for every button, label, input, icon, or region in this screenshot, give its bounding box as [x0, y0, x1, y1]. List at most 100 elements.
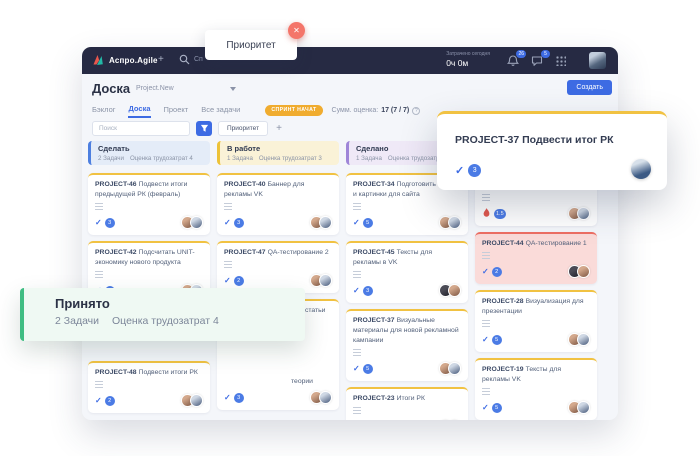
column-todo: Сделать 2 ЗадачиОценка трудозатрат 4 PRO… — [88, 141, 210, 420]
task-title-tail: теории — [291, 378, 332, 385]
assignee-avatars — [310, 391, 332, 404]
column-header[interactable]: В работе 1 ЗадачаОценка трудозатрат 3 — [217, 141, 339, 165]
assignee-avatars — [439, 216, 461, 229]
task-card[interactable]: PROJECT-37Визуальные материалы для новой… — [346, 309, 468, 381]
task-card[interactable]: PROJECT-47QA-тестирование 2 ✓2 — [217, 241, 339, 293]
check-icon: ✓ — [224, 393, 231, 402]
search-icon[interactable] — [179, 54, 190, 65]
avatar — [190, 216, 203, 229]
assignee-avatars — [568, 207, 590, 220]
tab-all-tasks[interactable]: Все задачи — [201, 105, 240, 117]
task-card[interactable]: PROJECT-19Тексты для рекламы VK ✓5 — [475, 358, 597, 420]
apps-grid-icon[interactable] — [555, 55, 568, 68]
accepted-task-count: 2 Задачи — [55, 315, 99, 327]
popup-task-title: Подвести итог РК — [522, 134, 613, 146]
tab-board[interactable]: Доска — [128, 104, 150, 118]
time-tracker-value: 0ч 0м — [446, 58, 490, 68]
filter-funnel-button[interactable] — [196, 121, 212, 136]
check-icon: ✓ — [224, 276, 231, 285]
task-card[interactable]: PROJECT-40Баннер для рекламы VK ✓3 — [217, 173, 339, 235]
time-tracker-label: Затрачено сегодня — [446, 51, 490, 57]
messages-icon[interactable]: 5 — [531, 54, 544, 67]
check-icon: ✓ — [353, 218, 360, 227]
avatar — [319, 216, 332, 229]
points-badge: 2 — [492, 267, 502, 277]
accepted-column-overlay[interactable]: Принято 2 ЗадачиОценка трудозатрат 4 — [20, 288, 305, 341]
check-icon: ✓ — [95, 218, 102, 227]
check-icon: ✓ — [353, 286, 360, 295]
description-icon — [95, 203, 103, 210]
description-icon — [482, 388, 490, 395]
sprint-status-badge: СПРИНТ НАЧАТ — [265, 105, 322, 116]
assignee-avatars — [310, 274, 332, 287]
avatar — [577, 207, 590, 220]
task-card[interactable]: PROJECT-23Итоги РК ✓5 — [346, 387, 468, 420]
avatar — [190, 394, 203, 407]
task-title: QA-тестирование 2 — [268, 249, 329, 256]
points-badge: 3 — [234, 393, 244, 403]
description-icon — [95, 381, 103, 388]
tab-project[interactable]: Проект — [164, 105, 189, 117]
popup-task-id: PROJECT-37 — [455, 134, 519, 146]
task-id: PROJECT-47 — [224, 249, 266, 256]
assignee-avatars — [568, 333, 590, 346]
task-id: PROJECT-34 — [353, 181, 395, 188]
points-badge: 2 — [105, 396, 115, 406]
task-id: PROJECT-45 — [353, 249, 395, 256]
assignee-avatars — [568, 401, 590, 414]
column-task-count: 1 Задача — [356, 155, 382, 162]
description-icon — [224, 203, 232, 210]
task-card[interactable]: PROJECT-28Визуализация для презентации ✓… — [475, 290, 597, 352]
task-card-highlighted[interactable]: PROJECT-44QA-тестирование 1 ✓2 — [475, 232, 597, 284]
create-button[interactable]: Создать — [567, 80, 612, 95]
summary-label: Сумм. оценка: — [332, 107, 379, 114]
column-estimate: Оценка трудозатрат 4 — [130, 155, 193, 162]
task-id: PROJECT-42 — [95, 249, 137, 256]
points-badge: 3 — [363, 286, 373, 296]
add-icon[interactable]: + — [158, 54, 164, 65]
description-icon — [353, 349, 361, 356]
description-icon — [353, 271, 361, 278]
assignee-avatars — [568, 265, 590, 278]
description-icon — [353, 203, 361, 210]
column-task-count: 1 Задача — [227, 155, 253, 162]
column-title: В работе — [227, 144, 331, 153]
column-header[interactable]: Сделать 2 ЗадачиОценка трудозатрат 4 — [88, 141, 210, 165]
board-select[interactable]: Project.New — [136, 85, 236, 92]
fire-priority-icon — [482, 208, 491, 219]
avatar — [577, 333, 590, 346]
task-card[interactable]: PROJECT-46Подвести итоги предыдущей РК (… — [88, 173, 210, 235]
points-badge: 3 — [105, 218, 115, 228]
summary-estimate: Сумм. оценка: 17 (7 / 7) ? — [332, 107, 421, 115]
check-icon: ✓ — [482, 267, 489, 276]
priority-tooltip-label: Приоритет — [226, 40, 275, 51]
messages-count-badge: 5 — [541, 50, 550, 58]
board-head-row: Доска Project.New Создать — [92, 78, 612, 100]
task-id: PROJECT-19 — [482, 366, 524, 373]
points-badge: 3 — [468, 164, 481, 177]
user-avatar[interactable] — [589, 52, 606, 69]
check-icon: ✓ — [224, 218, 231, 227]
funnel-icon — [200, 124, 209, 133]
task-card[interactable]: PROJECT-48Подвести итоги РК ✓2 — [88, 361, 210, 413]
column-in-progress: В работе 1 ЗадачаОценка трудозатрат 3 PR… — [217, 141, 339, 420]
info-icon[interactable]: ? — [412, 107, 420, 115]
priority-filter-chip[interactable]: Приоритет — [218, 121, 268, 136]
add-filter-icon[interactable]: + — [276, 123, 282, 134]
screenshot-canvas: Аспро.Agile + Сп Затрачено сегодня 0ч 0м… — [0, 0, 700, 456]
avatar — [319, 274, 332, 287]
page-title: Доска — [92, 81, 130, 96]
check-icon: ✓ — [482, 403, 489, 412]
notifications-bell-icon[interactable]: 26 — [507, 54, 520, 67]
search-input[interactable] — [92, 121, 190, 136]
tab-backlog[interactable]: Бэклог — [92, 105, 115, 117]
task-id: PROJECT-40 — [224, 181, 266, 188]
points-badge: 5 — [363, 218, 373, 228]
task-card[interactable]: PROJECT-45Тексты для рекламы в VK ✓3 — [346, 241, 468, 303]
close-icon[interactable]: ✕ — [288, 22, 305, 39]
task-popup-card[interactable]: PROJECT-37 Подвести итог РК ✓3 — [437, 111, 667, 190]
points-badge: 5 — [363, 364, 373, 374]
avatar — [319, 391, 332, 404]
avatar — [577, 401, 590, 414]
avatar — [448, 362, 461, 375]
